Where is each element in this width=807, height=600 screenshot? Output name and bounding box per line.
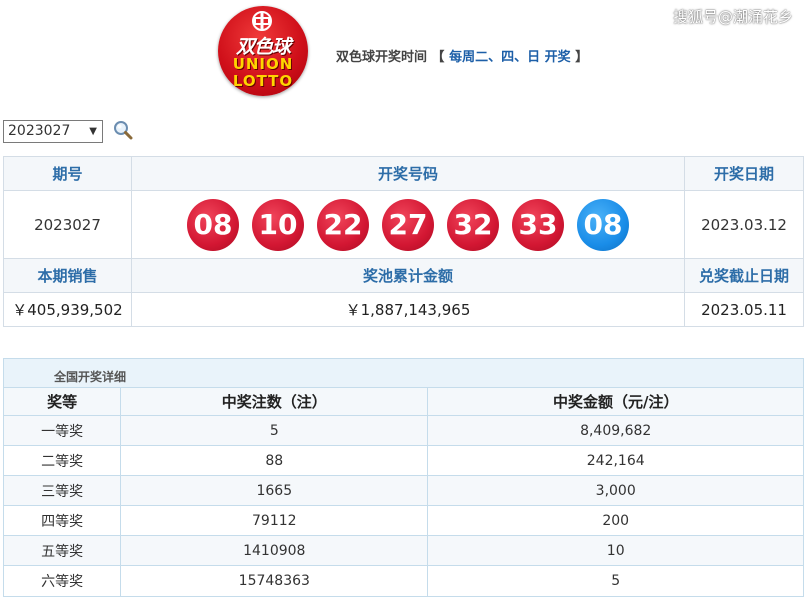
draw-time-open-bracket: 【	[431, 50, 445, 65]
winner-count: 15748363	[120, 565, 428, 596]
prize-detail-table: 奖等 中奖注数（注） 中奖金额（元/注） 一等奖 5 8,409,682 二等奖…	[4, 387, 803, 596]
result-header-row: 期号 开奖号码 开奖日期	[3, 156, 804, 191]
chevron-down-icon: ▼	[89, 126, 97, 137]
table-row: 五等奖 1410908 10	[4, 535, 803, 566]
prize-amount: 8,409,682	[427, 415, 803, 446]
draw-time-close-bracket: 】	[575, 50, 589, 65]
prize-amount: 242,164	[427, 445, 803, 476]
lottery-emblem-icon	[252, 11, 272, 31]
table-row: 二等奖 88 242,164	[4, 445, 803, 476]
red-ball: 33	[512, 198, 564, 251]
watermark: 搜狐号@潮涌花乡	[672, 8, 793, 26]
prize-level: 二等奖	[4, 445, 121, 476]
winner-count: 5	[120, 415, 428, 446]
red-ball: 10	[252, 198, 304, 251]
prize-amount: 5	[427, 565, 803, 596]
column-level: 奖等	[4, 387, 121, 416]
red-ball: 22	[317, 198, 369, 251]
table-row: 三等奖 1665 3,000	[4, 475, 803, 506]
winning-numbers: 08 10 22 27 32 33 08	[130, 190, 686, 259]
prize-level: 三等奖	[4, 475, 121, 506]
table-row: 四等奖 79112 200	[4, 505, 803, 536]
prize-level: 四等奖	[4, 505, 121, 536]
column-amount: 中奖金额（元/注）	[427, 387, 803, 416]
detail-header-row: 奖等 中奖注数（注） 中奖金额（元/注）	[4, 387, 803, 416]
draw-days: 每周二、四、日 开奖	[449, 50, 571, 65]
winner-count: 79112	[120, 505, 428, 536]
detail-title: 全国开奖详细	[4, 359, 803, 387]
winner-count: 88	[120, 445, 428, 476]
result-numbers-row: 2023027 08 10 22 27 32 33 08 2023.03.12	[3, 190, 804, 259]
header-issue: 期号	[3, 156, 132, 191]
winner-count: 1410908	[120, 535, 428, 566]
draw-result-table: 期号 开奖号码 开奖日期 2023027 08 10 22 27 32 33 08 2023…	[3, 156, 804, 327]
red-ball: 08	[187, 198, 239, 251]
logo-english-line1: UNION	[232, 55, 294, 73]
prize-amount: 3,000	[427, 475, 803, 506]
table-row: 六等奖 15748363 5	[4, 565, 803, 596]
sales-amount: ￥405,939,502	[3, 292, 132, 327]
claim-deadline: 2023.05.11	[684, 292, 804, 327]
prize-amount: 10	[427, 535, 803, 566]
result-values-row: ￥405,939,502 ￥1,887,143,965 2023.05.11	[3, 292, 804, 327]
search-icon[interactable]	[112, 119, 134, 141]
union-lotto-logo: 双色球 UNION LOTTO	[218, 6, 308, 96]
table-row: 一等奖 5 8,409,682	[4, 415, 803, 446]
red-ball: 27	[382, 198, 434, 251]
winner-count: 1665	[120, 475, 428, 506]
issue-number: 2023027	[3, 190, 132, 259]
prize-level: 六等奖	[4, 565, 121, 596]
result-header-row-2: 本期销售 奖池累计金额 兑奖截止日期	[3, 258, 804, 293]
logo-english-line2: LOTTO	[232, 72, 294, 90]
draw-time-info: 双色球开奖时间 【 每周二、四、日 开奖 】	[336, 46, 588, 65]
prize-detail-panel: 全国开奖详细 奖等 中奖注数（注） 中奖金额（元/注） 一等奖 5 8,409,…	[3, 358, 804, 597]
draw-time-label: 双色球开奖时间	[336, 50, 428, 65]
header-numbers: 开奖号码	[130, 156, 686, 191]
header-date: 开奖日期	[684, 156, 804, 191]
header-pool: 奖池累计金额	[130, 258, 686, 293]
prize-level: 一等奖	[4, 415, 121, 446]
issue-select-value: 2023027	[8, 123, 71, 139]
column-count: 中奖注数（注）	[120, 387, 428, 416]
pool-amount: ￥1,887,143,965	[130, 292, 686, 327]
red-ball: 32	[447, 198, 499, 251]
prize-amount: 200	[427, 505, 803, 536]
issue-select[interactable]: 2023027 ▼	[3, 120, 103, 143]
blue-ball: 08	[577, 198, 629, 251]
header-deadline: 兑奖截止日期	[684, 258, 804, 293]
draw-date: 2023.03.12	[684, 190, 804, 259]
header-sales: 本期销售	[3, 258, 132, 293]
prize-level: 五等奖	[4, 535, 121, 566]
